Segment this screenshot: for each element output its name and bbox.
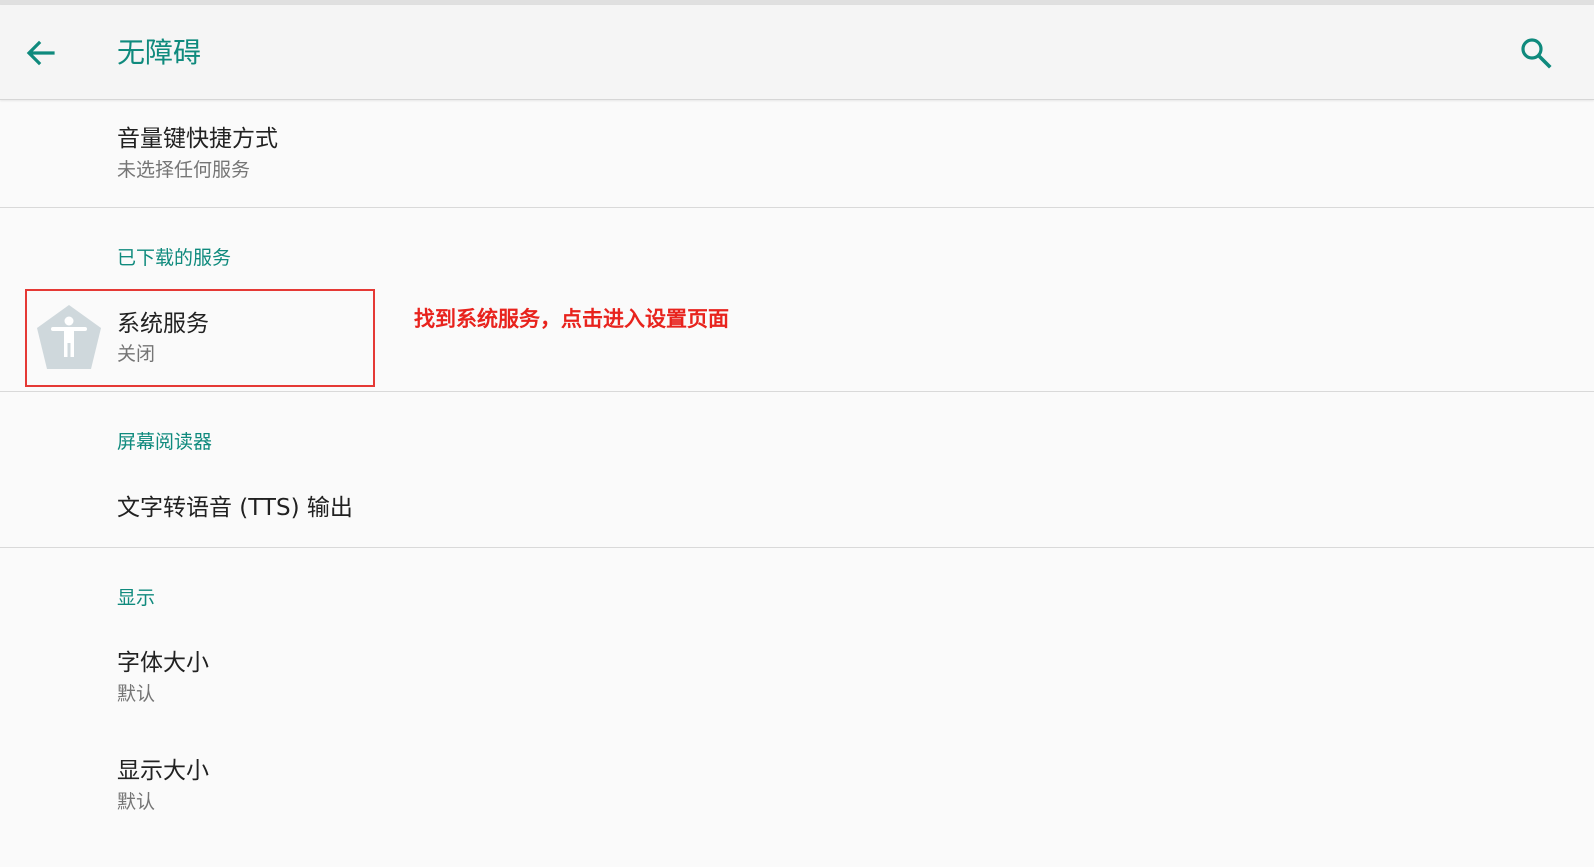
- pref-volume-shortcut-title: 音量键快捷方式: [117, 126, 278, 152]
- pref-tts-output-title: 文字转语音 (TTS) 输出: [117, 495, 353, 521]
- divider: [0, 207, 1594, 208]
- arrow-back-icon: [26, 40, 55, 66]
- category-downloaded-services: 已下载的服务: [117, 247, 232, 269]
- pref-display-size[interactable]: 显示大小 默认: [0, 734, 1594, 839]
- pref-font-size-title: 字体大小: [117, 650, 209, 676]
- annotation-text: 找到系统服务，点击进入设置页面: [414, 307, 729, 331]
- divider: [0, 547, 1594, 548]
- divider: [0, 391, 1594, 392]
- app-bar: 无障碍: [0, 5, 1594, 100]
- pref-tts-output[interactable]: 文字转语音 (TTS) 输出: [0, 470, 1594, 546]
- pref-font-size-summary: 默认: [117, 683, 156, 705]
- search-button[interactable]: [1516, 33, 1556, 73]
- annotation-highlight-box: [25, 289, 375, 387]
- category-screen-reader: 屏幕阅读器: [117, 431, 213, 453]
- search-icon: [1521, 38, 1552, 69]
- pref-volume-shortcut[interactable]: 音量键快捷方式 未选择任何服务: [0, 100, 1594, 207]
- pref-display-size-summary: 默认: [117, 791, 156, 813]
- pref-display-size-title: 显示大小: [117, 758, 209, 784]
- pref-font-size[interactable]: 字体大小 默认: [0, 625, 1594, 730]
- page-title: 无障碍: [117, 36, 202, 69]
- pref-volume-shortcut-summary: 未选择任何服务: [117, 159, 251, 181]
- back-button[interactable]: [20, 33, 60, 73]
- category-display: 显示: [117, 587, 156, 609]
